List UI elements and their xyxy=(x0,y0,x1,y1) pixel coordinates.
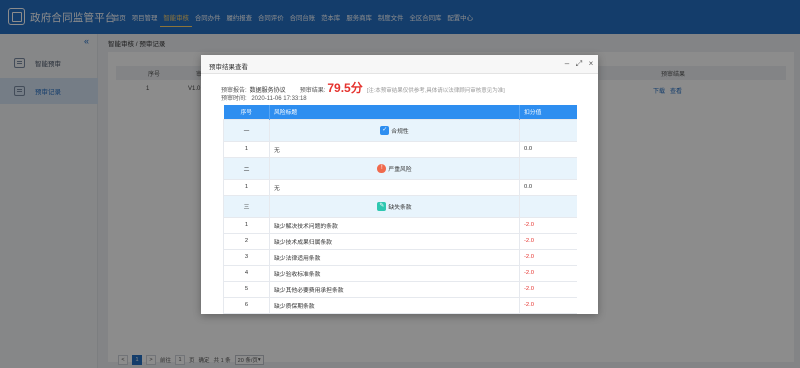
warning-icon: ! xyxy=(377,163,387,173)
risk-item-deduction: -2.0 xyxy=(519,216,577,234)
column-header-deduction: 扣分值 xyxy=(519,105,577,119)
missing-clause-icon: ✎ xyxy=(377,201,387,211)
risk-item-index: 1 xyxy=(223,216,270,234)
time-label: 预审时间: xyxy=(221,96,247,102)
time-value: 2020-11-06 17:33:18 xyxy=(251,96,307,102)
risk-item-row: 4 缺少验收标准条款 -2.0 xyxy=(223,264,577,282)
category-index: 一 xyxy=(223,118,270,142)
score-note: [注:本预审结果仅供参考,具体请以法律顾问审核意见为准] xyxy=(366,88,505,94)
close-icon[interactable]: × xyxy=(586,59,596,69)
risk-table-container[interactable]: 序号 风险标题 扣分值 一 ✓ 合规性 1 无 0.0 二! 严重风险 1 无 0.0 三 ✎ 缺失条款 1… xyxy=(223,105,577,314)
risk-item-deduction: -2.0 xyxy=(519,232,577,250)
category-index: 三 xyxy=(223,194,270,218)
risk-item-index: 6 xyxy=(223,296,270,314)
risk-item-index: 1 xyxy=(223,178,270,196)
risk-table-header-row: 序号 风险标题 扣分值 xyxy=(223,105,577,119)
risk-item-title: 缺少法律适用条款 xyxy=(269,248,520,266)
risk-item-title: 缺少质保期条款 xyxy=(269,296,520,314)
risk-item-deduction: -2.0 xyxy=(519,264,577,282)
risk-item-row: 2 缺少技术成果归属条款 -2.0 xyxy=(223,232,577,250)
category-cell: ! 严重风险 xyxy=(269,156,520,180)
risk-item-deduction: -2.0 xyxy=(519,248,577,266)
dialog-header: 预审结果查看 – ⤢ × xyxy=(201,55,598,74)
risk-item-index: 3 xyxy=(223,248,270,266)
risk-item-deduction: 0.0 xyxy=(519,140,577,158)
risk-item-row: 5 缺少其他必要费用承担条款 -2.0 xyxy=(223,280,577,298)
risk-item-title: 缺少其他必要费用承担条款 xyxy=(269,280,520,298)
category-score-cell xyxy=(519,156,577,180)
risk-item-title: 缺少验收标准条款 xyxy=(269,264,520,282)
risk-item-row: 1 无 0.0 xyxy=(223,178,577,196)
category-cell: ✓ 合规性 xyxy=(269,118,520,142)
risk-item-row: 1 无 0.0 xyxy=(223,140,577,158)
category-label: ✎ 缺失条款 xyxy=(377,201,412,211)
report-summary: 预审报告: 数据服务协议 预审结果: 79.5分 [注:本预审结果仅供参考,具体… xyxy=(221,79,505,95)
risk-category-row: 三 ✎ 缺失条款 xyxy=(223,194,577,218)
risk-category-row: 一 ✓ 合规性 xyxy=(223,118,577,142)
risk-item-index: 5 xyxy=(223,280,270,298)
risk-item-title: 缺少解决技术问题的条款 xyxy=(269,216,520,234)
risk-item-index: 2 xyxy=(223,232,270,250)
review-result-dialog: 预审结果查看 – ⤢ × 预审报告: 数据服务协议 预审结果: 79.5分 [注… xyxy=(201,55,598,314)
risk-item-deduction: 0.0 xyxy=(519,178,577,196)
maximize-icon[interactable]: ⤢ xyxy=(574,59,584,69)
risk-item-row: 1 缺少解决技术问题的条款 -2.0 xyxy=(223,216,577,234)
category-name: 合规性 xyxy=(391,128,409,135)
risk-item-deduction: -2.0 xyxy=(519,280,577,298)
category-index: 二 xyxy=(223,156,270,180)
risk-item-index: 4 xyxy=(223,264,270,282)
category-cell: ✎ 缺失条款 xyxy=(269,194,520,218)
risk-item-deduction: -2.0 xyxy=(519,296,577,314)
column-header-risk-title: 风险标题 xyxy=(269,105,520,119)
category-name: 严重风险 xyxy=(388,166,412,173)
risk-item-title: 无 xyxy=(269,140,520,158)
shield-check-icon: ✓ xyxy=(380,125,390,135)
review-time: 预审时间: 2020-11-06 17:33:18 xyxy=(221,93,307,102)
risk-category-row: 二! 严重风险 xyxy=(223,156,577,180)
risk-item-row: 6 缺少质保期条款 -2.0 xyxy=(223,296,577,314)
score-value: 79.5分 xyxy=(327,81,363,95)
minimize-icon[interactable]: – xyxy=(562,59,572,69)
category-label: ✓ 合规性 xyxy=(380,125,409,135)
column-header-index: 序号 xyxy=(223,105,270,119)
category-label: ! 严重风险 xyxy=(377,163,412,173)
risk-item-title: 缺少技术成果归属条款 xyxy=(269,232,520,250)
risk-item-row: 3 缺少法律适用条款 -2.0 xyxy=(223,248,577,266)
category-name: 缺失条款 xyxy=(388,204,412,211)
risk-table: 序号 风险标题 扣分值 一 ✓ 合规性 1 无 0.0 二! 严重风险 1 无 0.0 三 ✎ 缺失条款 1… xyxy=(223,105,577,314)
dialog-title: 预审结果查看 xyxy=(209,64,248,71)
category-score-cell xyxy=(519,118,577,142)
risk-item-index: 1 xyxy=(223,140,270,158)
risk-item-title: 无 xyxy=(269,178,520,196)
category-score-cell xyxy=(519,194,577,218)
